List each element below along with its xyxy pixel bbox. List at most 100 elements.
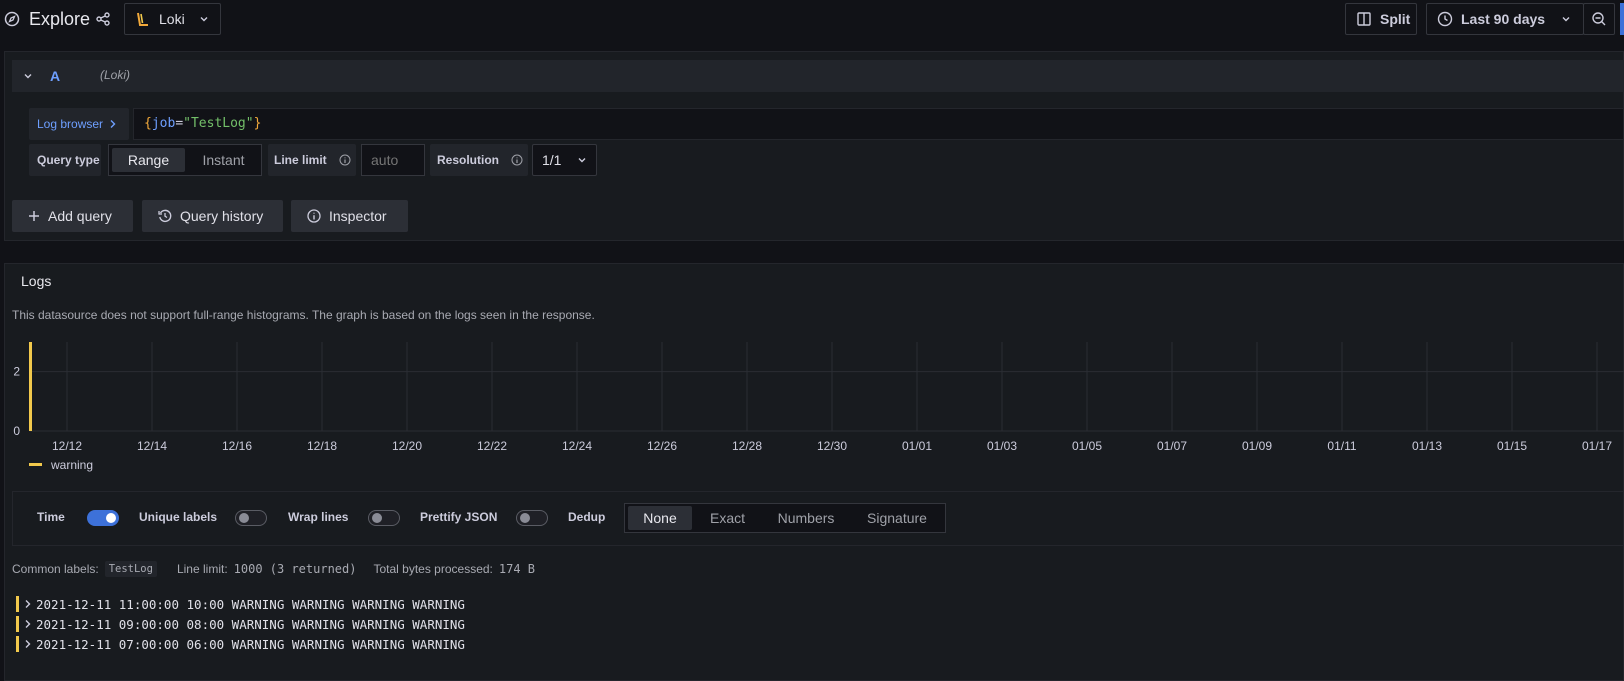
collapse-chevron-icon[interactable]	[23, 71, 33, 81]
resolution-select[interactable]: 1/1	[532, 144, 597, 176]
legend-label: warning	[50, 458, 93, 472]
inspector-button[interactable]: Inspector	[291, 200, 408, 232]
x-tick-label: 12/12	[52, 439, 82, 453]
dedup-radio-group: None Exact Numbers Signature	[624, 503, 946, 533]
unique-labels-toggle[interactable]	[235, 510, 267, 526]
plus-icon	[28, 210, 40, 222]
x-tick-label: 12/18	[307, 439, 337, 453]
log-browser-button[interactable]: Log browser	[29, 108, 129, 140]
x-tick-label: 12/28	[732, 439, 762, 453]
wrap-lines-toggle[interactable]	[368, 510, 400, 526]
log-line-text: 2021-12-11 09:00:00 08:00 WARNING WARNIN…	[36, 616, 465, 632]
toggle-knob	[106, 513, 116, 523]
line-limit-label: Line limit	[268, 144, 356, 176]
query-type-range[interactable]: Range	[112, 148, 185, 172]
chevron-right-icon[interactable]	[24, 639, 32, 649]
x-tick-label: 12/14	[137, 439, 167, 453]
line-limit-meta-value: 1000 (3 returned)	[233, 562, 357, 576]
dedup-numbers[interactable]: Numbers	[763, 506, 849, 530]
chevron-right-icon[interactable]	[24, 599, 32, 609]
x-tick-label: 01/17	[1582, 439, 1612, 453]
logs-panel-title: Logs	[21, 273, 52, 289]
query-datasource-hint: (Loki)	[100, 68, 131, 82]
info-circle-icon	[307, 209, 321, 223]
prettify-json-toggle[interactable]	[516, 510, 548, 526]
split-button[interactable]: Split	[1345, 3, 1417, 35]
dedup-signature[interactable]: Signature	[852, 506, 942, 530]
x-tick-label: 12/16	[222, 439, 252, 453]
x-tick-label: 12/30	[817, 439, 847, 453]
run-query-button-edge[interactable]	[1620, 3, 1624, 35]
split-icon	[1356, 11, 1372, 27]
log-row[interactable]: 2021-12-11 09:00:00 08:00 WARNING WARNIN…	[16, 615, 465, 633]
query-type-label: Query type	[29, 144, 101, 176]
x-tick-label: 01/05	[1072, 439, 1102, 453]
logs-histogram: 0 2 12/12 12/14 12/16 12/18 12/20 12/22 12/24 12/…	[13, 342, 1624, 472]
x-tick-label: 01/03	[987, 439, 1017, 453]
zoom-out-button[interactable]	[1583, 3, 1615, 35]
query-input[interactable]: {job="TestLog"}	[133, 108, 1624, 140]
history-icon	[158, 209, 172, 223]
log-level-bar	[16, 616, 19, 632]
log-level-bar	[16, 636, 19, 652]
toggle-knob	[372, 513, 382, 523]
unique-labels-option-label: Unique labels	[139, 510, 218, 524]
x-tick-label: 01/01	[902, 439, 932, 453]
page-title: Explore	[29, 9, 91, 29]
query-operator: =	[175, 116, 184, 131]
dedup-exact[interactable]: Exact	[695, 506, 760, 530]
x-tick-label: 12/20	[392, 439, 422, 453]
x-tick-label: 01/11	[1327, 439, 1356, 453]
query-ref-id[interactable]: A	[50, 68, 60, 84]
log-level-bar	[16, 596, 19, 612]
histogram-bar	[29, 342, 32, 431]
x-tick-label: 01/09	[1242, 439, 1272, 453]
query-brace-close: }	[253, 116, 262, 131]
toggle-knob	[520, 513, 530, 523]
x-tick-label: 12/24	[562, 439, 592, 453]
time-range-label: Last 90 days	[1461, 11, 1546, 27]
share-icon[interactable]	[95, 11, 111, 27]
y-tick-label: 0	[13, 424, 20, 438]
add-query-button[interactable]: Add query	[12, 200, 133, 232]
wrap-lines-option-label: Wrap lines	[288, 510, 349, 524]
log-browser-label: Log browser	[37, 117, 104, 131]
legend-swatch	[29, 463, 42, 466]
clock-icon	[1437, 11, 1453, 27]
line-limit-input[interactable]	[361, 144, 425, 176]
resolution-label: Resolution	[430, 144, 528, 176]
info-icon[interactable]	[511, 154, 523, 166]
query-row-header[interactable]: A (Loki)	[12, 60, 1624, 92]
time-range-picker[interactable]: Last 90 days	[1426, 3, 1584, 35]
top-bar: Explore Loki Split Last 90 days	[0, 0, 1624, 40]
log-line-text: 2021-12-11 11:00:00 10:00 WARNING WARNIN…	[36, 596, 465, 612]
x-tick-label: 01/07	[1157, 439, 1187, 453]
log-line-text: 2021-12-11 07:00:00 06:00 WARNING WARNIN…	[36, 636, 465, 652]
total-bytes-value: 174 B	[498, 562, 536, 576]
time-option-label: Time	[37, 510, 65, 524]
log-row[interactable]: 2021-12-11 11:00:00 10:00 WARNING WARNIN…	[16, 595, 465, 613]
x-tick-label: 12/26	[647, 439, 677, 453]
dedup-option-label: Dedup	[568, 510, 606, 524]
query-history-button[interactable]: Query history	[142, 200, 283, 232]
query-type-radio-group: Range Instant	[108, 144, 262, 176]
prettify-json-option-label: Prettify JSON	[420, 510, 498, 524]
datasource-picker[interactable]: Loki	[124, 3, 221, 35]
query-value: "TestLog"	[183, 116, 254, 131]
logs-meta-row: Common labels: TestLog Line limit: 1000 …	[12, 561, 535, 577]
query-type-instant[interactable]: Instant	[187, 148, 260, 172]
chevron-down-icon	[1561, 14, 1571, 24]
split-label: Split	[1380, 11, 1411, 27]
histogram-notice: This datasource does not support full-ra…	[12, 308, 595, 322]
log-row[interactable]: 2021-12-11 07:00:00 06:00 WARNING WARNIN…	[16, 635, 465, 653]
info-icon[interactable]	[339, 154, 351, 166]
x-tick-label: 01/15	[1497, 439, 1527, 453]
time-toggle[interactable]	[87, 510, 119, 526]
zoom-out-icon	[1591, 11, 1607, 27]
dedup-none[interactable]: None	[628, 506, 692, 530]
chevron-right-icon[interactable]	[24, 619, 32, 629]
x-tick-label: 01/13	[1412, 439, 1442, 453]
common-labels-value: TestLog	[104, 561, 157, 577]
chevron-down-icon	[577, 155, 587, 165]
query-key: job	[151, 116, 176, 131]
